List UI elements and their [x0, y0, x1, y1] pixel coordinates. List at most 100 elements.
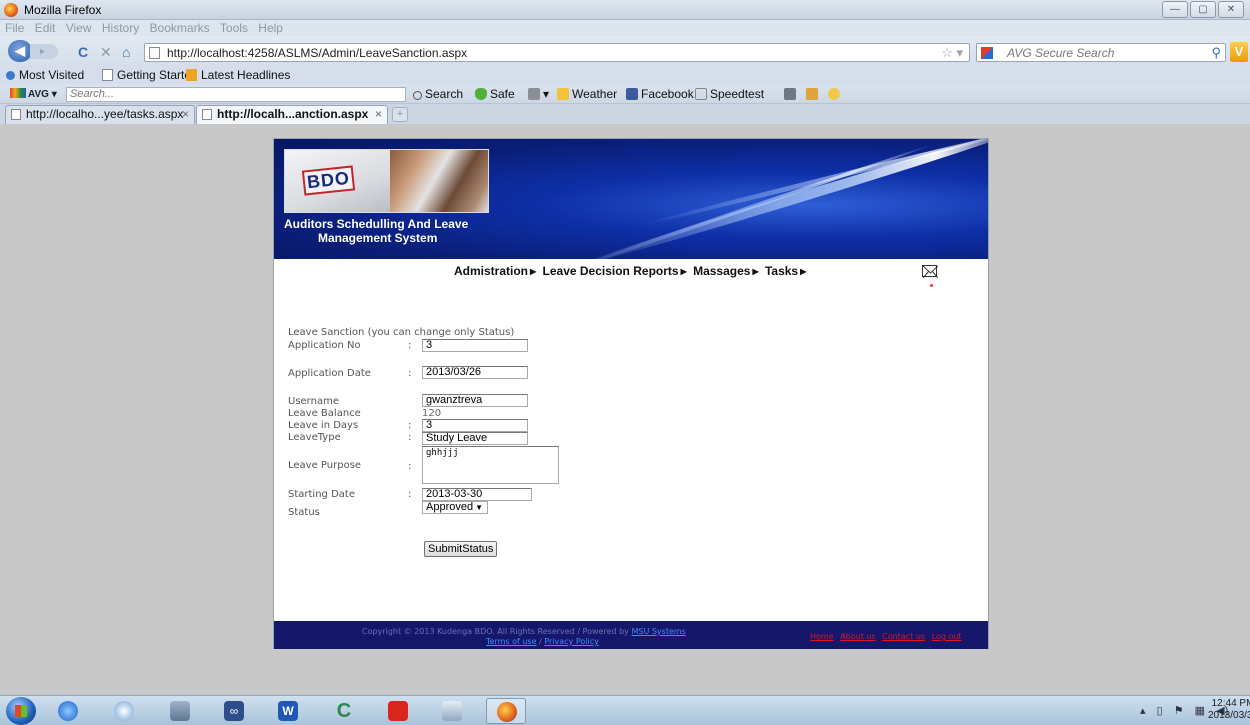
menu-tasks[interactable]: Tasks ▶ — [765, 264, 806, 278]
msu-systems-link[interactable]: MSU Systems — [631, 627, 685, 636]
username-field[interactable]: gwanztreva — [422, 394, 528, 407]
action-center-icon[interactable]: ⚑ — [1174, 705, 1184, 717]
pencil-button[interactable] — [806, 87, 821, 101]
footer-logout-link[interactable]: Log out — [932, 632, 962, 641]
privacy-link[interactable]: Privacy Policy — [544, 637, 599, 646]
application-date-field[interactable]: 2013/03/26 — [422, 366, 528, 379]
status-select[interactable]: Approved ▼ — [422, 501, 488, 514]
submit-status-button[interactable]: SubmitStatus — [424, 541, 498, 557]
taskbar-chrome-compass[interactable] — [104, 698, 144, 724]
search-icon[interactable]: ⚲ — [1211, 45, 1221, 61]
window-title: Mozilla Firefox — [24, 3, 102, 17]
page-icon — [202, 109, 212, 120]
taskbar-app-c[interactable]: C — [324, 698, 364, 724]
firefox-icon — [497, 702, 517, 722]
reload-icon[interactable]: C — [78, 45, 88, 59]
speedtest-icon — [695, 88, 707, 100]
back-button[interactable]: ◀ — [8, 40, 32, 62]
extension-icon[interactable]: V — [1230, 42, 1248, 62]
minimize-button[interactable]: — — [1162, 1, 1188, 18]
leave-purpose-textarea[interactable]: ghhjjj — [422, 446, 559, 484]
taskbar-firefox[interactable] — [486, 698, 526, 724]
tab-close-icon[interactable]: × — [375, 106, 382, 123]
taskbar-app-infinity[interactable]: ∞ — [214, 698, 254, 724]
avg-item-label: Facebook — [641, 87, 694, 101]
chat-button[interactable] — [828, 87, 843, 101]
leave-in-days-label: Leave in Days — [288, 420, 359, 431]
footer-home-link[interactable]: Home — [810, 632, 834, 641]
new-tab-button[interactable]: + — [392, 107, 408, 122]
avg-weather-button[interactable]: Weather — [557, 87, 617, 101]
weather-icon — [557, 88, 569, 100]
tray-expand-icon[interactable]: ▴ — [1140, 705, 1146, 717]
copyright-text: Copyright © 2013 Kudenga BDO. All Rights… — [362, 627, 629, 636]
tab-tasks[interactable]: http://localho...yee/tasks.aspx × — [5, 105, 195, 124]
battery-icon[interactable]: ▯ — [1157, 705, 1163, 717]
home-icon[interactable]: ⌂ — [122, 45, 130, 59]
most-visited-icon — [6, 70, 15, 80]
avg-item-label: Weather — [572, 87, 618, 101]
leave-balance-label: Leave Balance — [288, 408, 361, 419]
address-bar[interactable]: http://localhost:4258/ASLMS/Admin/LeaveS… — [144, 43, 970, 62]
start-button[interactable] — [6, 697, 36, 725]
footer-contact-link[interactable]: Contact us — [882, 632, 925, 641]
bookmark-star-icon[interactable]: ☆ ▾ — [941, 45, 963, 61]
tab-close-icon[interactable]: × — [182, 106, 189, 123]
bookmark-getting-started[interactable]: Getting Started — [102, 68, 198, 82]
trash-icon — [528, 88, 540, 100]
taskbar-network-app[interactable] — [432, 698, 472, 724]
terms-link[interactable]: Terms of use — [486, 637, 537, 646]
bookmark-most-visited[interactable]: Most Visited — [6, 68, 84, 82]
brand-line-1: Auditors Schedulling And Leave — [284, 217, 469, 231]
status-label: Status — [288, 507, 320, 518]
menu-admistration[interactable]: Admistration ▶ — [454, 264, 536, 278]
starting-date-field[interactable]: 2013-03-30 — [422, 488, 532, 501]
taskbar-word[interactable]: W — [268, 698, 308, 724]
menu-history[interactable]: History — [102, 20, 139, 36]
tab-leave-sanction[interactable]: http://localh...anction.aspx × — [196, 105, 388, 124]
calendar-button[interactable] — [784, 87, 799, 101]
taskbar-clock[interactable]: 12:44 PM 2013/03/30 — [1208, 698, 1250, 722]
maximize-button[interactable]: ▢ — [1190, 1, 1216, 18]
avg-search-button[interactable]: Search — [413, 87, 463, 101]
avg-safe-button[interactable]: Safe — [475, 87, 515, 101]
leave-balance-value: 120 — [422, 408, 442, 419]
menu-tools[interactable]: Tools — [220, 20, 248, 36]
menu-bookmarks[interactable]: Bookmarks — [150, 20, 210, 36]
rss-icon — [186, 69, 197, 81]
taskbar-acrobat[interactable] — [378, 698, 418, 724]
forward-button[interactable]: ▸ — [30, 44, 58, 59]
leave-type-field[interactable]: Study Leave — [422, 432, 528, 445]
avg-search-input[interactable]: Search... — [66, 87, 406, 102]
taskbar-explorer[interactable] — [160, 698, 200, 724]
application-no-label: Application No — [288, 340, 361, 351]
footer-legal: Terms of use / Privacy Policy — [486, 637, 599, 646]
search-box[interactable]: AVG Secure Search ⚲ — [976, 43, 1226, 62]
menu-massages[interactable]: Massages ▶ — [693, 264, 759, 278]
menu-file[interactable]: File — [5, 20, 24, 36]
menu-edit[interactable]: Edit — [35, 20, 56, 36]
avg-facebook-button[interactable]: Facebook — [626, 87, 694, 101]
mail-icon[interactable] — [922, 265, 938, 278]
colon: : — [408, 368, 412, 379]
footer-copyright: Copyright © 2013 Kudenga BDO. All Rights… — [362, 627, 686, 636]
avg-item-label: Safe — [490, 87, 515, 101]
calendar-icon — [784, 88, 796, 100]
trash-dropdown[interactable]: ▾ — [528, 87, 549, 101]
stop-icon[interactable]: ✕ — [100, 45, 112, 59]
network-status-icon[interactable]: ▦ — [1195, 705, 1205, 717]
footer-about-link[interactable]: About us — [840, 632, 875, 641]
search-engine-icon[interactable] — [981, 47, 993, 59]
leave-in-days-field[interactable]: 3 — [422, 419, 528, 432]
close-button[interactable]: ✕ — [1218, 1, 1244, 18]
menu-help[interactable]: Help — [258, 20, 283, 36]
bookmark-latest-headlines[interactable]: Latest Headlines — [186, 68, 290, 82]
chevron-down-icon: ▼ — [475, 503, 483, 512]
avg-speedtest-button[interactable]: Speedtest — [695, 87, 764, 101]
taskbar-ie[interactable] — [48, 698, 88, 724]
site-footer: Copyright © 2013 Kudenga BDO. All Rights… — [274, 621, 988, 649]
menu-view[interactable]: View — [66, 20, 92, 36]
menu-leave-decision-reports[interactable]: Leave Decision Reports ▶ — [543, 264, 687, 278]
application-no-field[interactable]: 3 — [422, 339, 528, 352]
avg-logo[interactable]: AVG ▾ — [10, 88, 57, 100]
